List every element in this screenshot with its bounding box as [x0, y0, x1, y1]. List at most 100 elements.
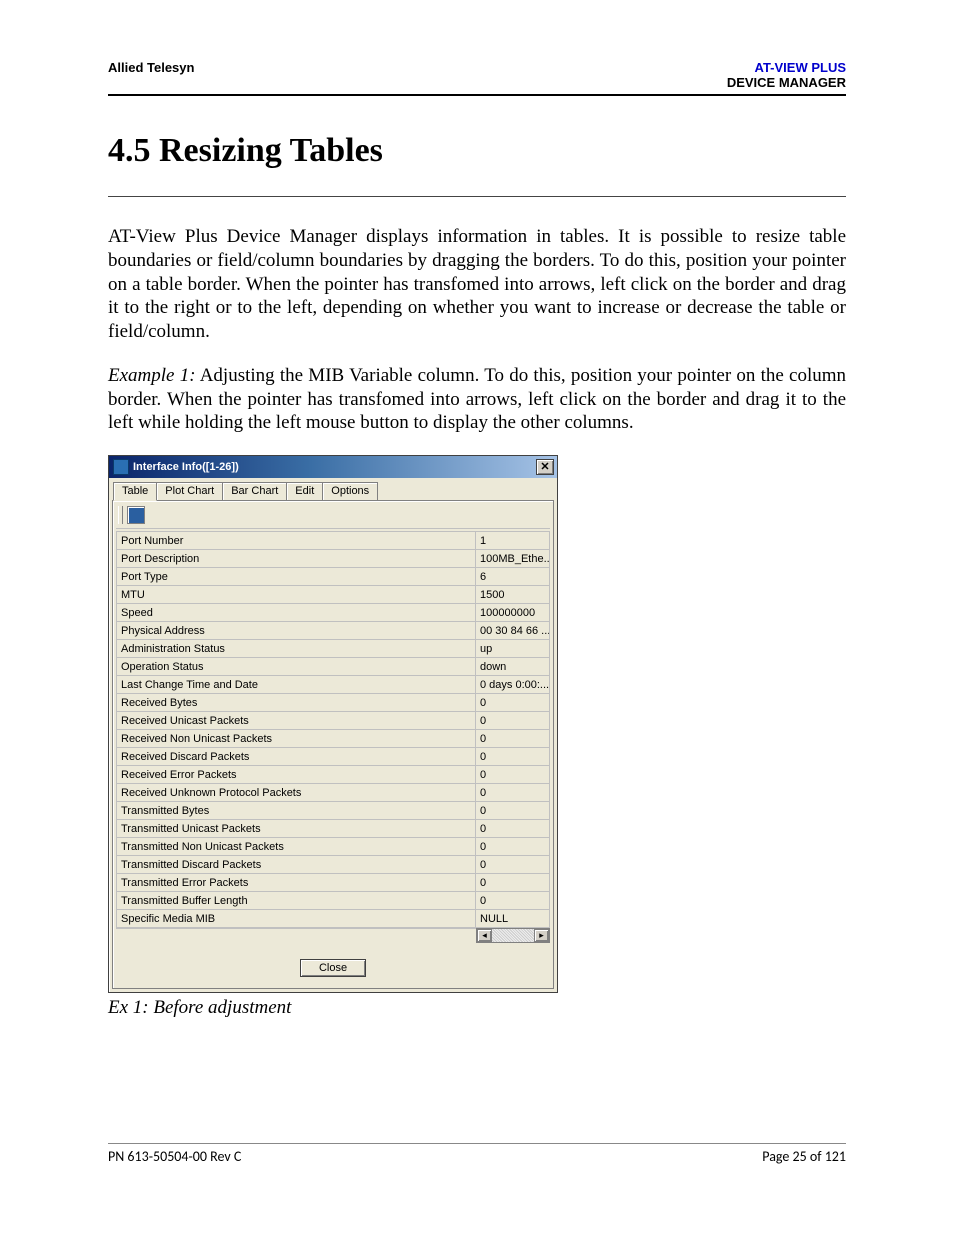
table-row: Specific Media MIBNULL — [117, 910, 550, 928]
scroll-track[interactable] — [492, 929, 534, 942]
row-label: Operation Status — [117, 658, 476, 676]
row-value: 0 — [476, 892, 550, 910]
table-row: Operation Statusdown — [117, 658, 550, 676]
row-value: 0 — [476, 820, 550, 838]
table-row: Port Description100MB_Ethe... — [117, 550, 550, 568]
table-view-icon[interactable] — [127, 506, 145, 524]
row-value: up — [476, 640, 550, 658]
table-row: Administration Statusup — [117, 640, 550, 658]
tab-options[interactable]: Options — [322, 482, 378, 500]
table-row: Transmitted Unicast Packets0 — [117, 820, 550, 838]
row-label: Received Unicast Packets — [117, 712, 476, 730]
row-value: 0 — [476, 874, 550, 892]
tab-panel: Port Number1Port Description100MB_Ethe..… — [112, 500, 554, 989]
row-label: Specific Media MIB — [117, 910, 476, 928]
table-row: Received Error Packets0 — [117, 766, 550, 784]
table-row: Received Discard Packets0 — [117, 748, 550, 766]
row-label: Received Non Unicast Packets — [117, 730, 476, 748]
footer-left: PN 613-50504-00 Rev C — [108, 1148, 241, 1165]
row-label: Port Number — [117, 532, 476, 550]
row-value: 0 — [476, 748, 550, 766]
row-label: Transmitted Buffer Length — [117, 892, 476, 910]
table-row: Port Type6 — [117, 568, 550, 586]
row-value: NULL — [476, 910, 550, 928]
table-row: Last Change Time and Date0 days 0:00:... — [117, 676, 550, 694]
row-label: Transmitted Error Packets — [117, 874, 476, 892]
table-row: Received Bytes0 — [117, 694, 550, 712]
row-label: Last Change Time and Date — [117, 676, 476, 694]
row-value: 00 30 84 66 ... — [476, 622, 550, 640]
row-label: Received Unknown Protocol Packets — [117, 784, 476, 802]
close-button[interactable]: Close — [300, 959, 366, 977]
table-row: Transmitted Buffer Length0 — [117, 892, 550, 910]
page-footer: PN 613-50504-00 Rev C Page 25 of 121 — [108, 1143, 846, 1165]
row-label: Transmitted Unicast Packets — [117, 820, 476, 838]
row-value: 100000000 — [476, 604, 550, 622]
tab-strip: Table Plot Chart Bar Chart Edit Options — [109, 478, 557, 500]
table-row: Port Number1 — [117, 532, 550, 550]
body-paragraph-example: Example 1: Adjusting the MIB Variable co… — [108, 364, 846, 435]
page-header: Allied Telesyn AT-VIEW PLUS DEVICE MANAG… — [108, 60, 846, 96]
tab-plot-chart[interactable]: Plot Chart — [156, 482, 223, 500]
toolbar-grip[interactable] — [118, 506, 123, 524]
row-value: 6 — [476, 568, 550, 586]
row-label: MTU — [117, 586, 476, 604]
data-grid: Port Number1Port Description100MB_Ethe..… — [116, 531, 550, 928]
row-label: Speed — [117, 604, 476, 622]
footer-right: Page 25 of 121 — [762, 1148, 846, 1165]
row-label: Physical Address — [117, 622, 476, 640]
row-value: down — [476, 658, 550, 676]
tab-bar-chart[interactable]: Bar Chart — [222, 482, 287, 500]
scroll-right-icon[interactable]: ▸ — [534, 929, 549, 942]
row-label: Received Bytes — [117, 694, 476, 712]
figure-caption: Ex 1: Before adjustment — [108, 997, 846, 1019]
window-title: Interface Info([1-26]) — [133, 461, 239, 473]
header-subtitle: DEVICE MANAGER — [727, 75, 846, 90]
app-icon — [113, 459, 129, 475]
tab-edit[interactable]: Edit — [286, 482, 323, 500]
row-label: Port Type — [117, 568, 476, 586]
section-rule — [108, 196, 846, 197]
row-label: Transmitted Non Unicast Packets — [117, 838, 476, 856]
table-row: Physical Address00 30 84 66 ... — [117, 622, 550, 640]
table-row: Speed100000000 — [117, 604, 550, 622]
row-value: 0 — [476, 856, 550, 874]
table-row: Received Unknown Protocol Packets0 — [117, 784, 550, 802]
row-value: 0 — [476, 838, 550, 856]
interface-info-window: Interface Info([1-26]) ✕ Table Plot Char… — [108, 455, 558, 993]
row-value: 0 — [476, 766, 550, 784]
body-paragraph-1: AT-View Plus Device Manager displays inf… — [108, 225, 846, 344]
row-label: Port Description — [117, 550, 476, 568]
row-value: 0 — [476, 730, 550, 748]
row-label: Received Discard Packets — [117, 748, 476, 766]
row-value: 1500 — [476, 586, 550, 604]
header-product: AT-VIEW PLUS — [755, 60, 846, 75]
row-value: 0 days 0:00:... — [476, 676, 550, 694]
horizontal-scrollbar[interactable]: ◂ ▸ — [116, 928, 550, 943]
table-row: Transmitted Discard Packets0 — [117, 856, 550, 874]
row-value: 100MB_Ethe... — [476, 550, 550, 568]
row-label: Transmitted Bytes — [117, 802, 476, 820]
row-value: 0 — [476, 802, 550, 820]
row-value: 0 — [476, 694, 550, 712]
tab-table[interactable]: Table — [113, 482, 157, 501]
close-icon[interactable]: ✕ — [536, 459, 554, 475]
table-row: Received Non Unicast Packets0 — [117, 730, 550, 748]
table-row: Transmitted Error Packets0 — [117, 874, 550, 892]
row-value: 0 — [476, 712, 550, 730]
row-label: Received Error Packets — [117, 766, 476, 784]
example-label: Example 1: — [108, 365, 196, 386]
table-row: Transmitted Non Unicast Packets0 — [117, 838, 550, 856]
row-value: 0 — [476, 784, 550, 802]
row-value: 1 — [476, 532, 550, 550]
table-row: Received Unicast Packets0 — [117, 712, 550, 730]
example-text: Adjusting the MIB Variable column. To do… — [108, 365, 846, 434]
row-label: Transmitted Discard Packets — [117, 856, 476, 874]
row-label: Administration Status — [117, 640, 476, 658]
table-row: MTU1500 — [117, 586, 550, 604]
window-titlebar[interactable]: Interface Info([1-26]) ✕ — [109, 456, 557, 478]
header-left: Allied Telesyn — [108, 60, 194, 75]
table-row: Transmitted Bytes0 — [117, 802, 550, 820]
toolbar — [116, 504, 550, 529]
scroll-left-icon[interactable]: ◂ — [477, 929, 492, 942]
